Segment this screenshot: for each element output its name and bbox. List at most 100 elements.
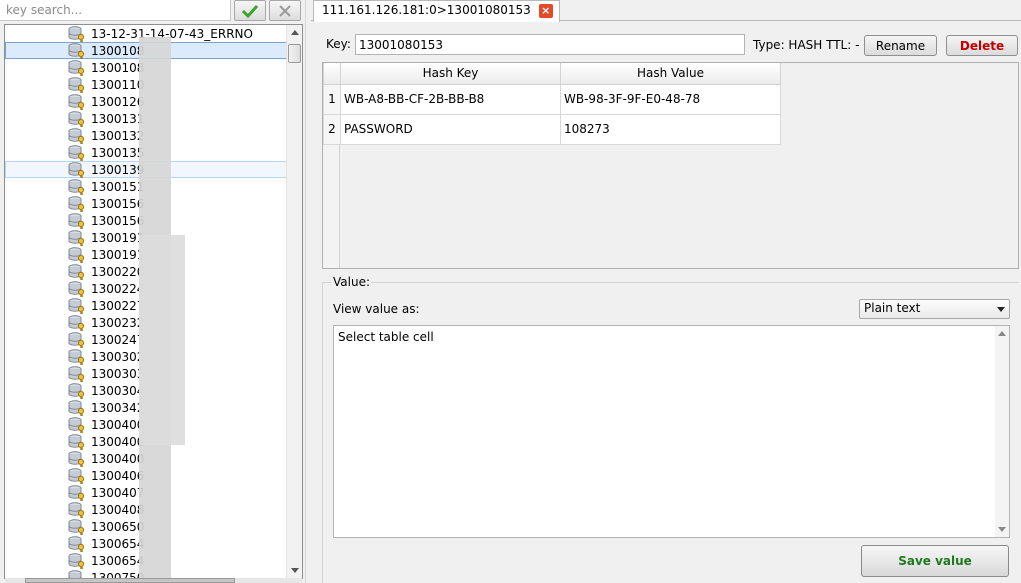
- scroll-down-icon[interactable]: [998, 527, 1006, 532]
- value-content: Select table cell: [338, 330, 434, 344]
- column-header-hash-key[interactable]: Hash Key: [340, 63, 561, 85]
- tree-item-label: 1300400: [91, 452, 145, 466]
- tree-item-label: 1300654: [91, 537, 145, 551]
- hash-key-cell[interactable]: PASSWORD: [340, 113, 561, 145]
- x-icon: [279, 4, 291, 17]
- database-key-icon: [68, 179, 86, 195]
- tree-item-label: 1300407: [91, 486, 145, 500]
- tree-horizontal-scrollbar[interactable]: [5, 578, 302, 583]
- tab-key[interactable]: 111.161.126.181:0>13001080153 ×: [313, 0, 560, 22]
- tree-item-label: 1300191: [91, 248, 145, 262]
- tree-item-label: 1300303: [91, 367, 145, 381]
- scroll-up-icon[interactable]: [291, 30, 299, 35]
- chevron-down-icon: [997, 307, 1005, 312]
- tree-item-label: 1300400: [91, 418, 145, 432]
- scrollbar-thumb[interactable]: [288, 44, 301, 63]
- row-number: 2: [323, 113, 341, 145]
- tree-item-label: 1300220: [91, 265, 145, 279]
- search-input[interactable]: [0, 0, 231, 21]
- tab-title: 111.161.126.181:0>13001080153: [322, 3, 531, 17]
- database-key-icon: [68, 315, 86, 331]
- tree-item-label: 13-12-31-14-07-43_ERRNO: [91, 27, 253, 41]
- database-key-icon: [68, 434, 86, 450]
- key-tree[interactable]: 13-12-31-14-07-43_ERRNO 1300108 1300108 130…: [4, 24, 303, 579]
- panel-splitter[interactable]: [305, 0, 310, 583]
- database-key-icon: [68, 60, 86, 76]
- scroll-up-icon[interactable]: [998, 331, 1006, 336]
- database-key-icon: [68, 383, 86, 399]
- key-label: Key:: [326, 37, 351, 51]
- database-key-icon: [68, 281, 86, 297]
- tree-item-label: 1300247: [91, 333, 145, 347]
- tree-item-label: 1300156: [91, 197, 145, 211]
- database-key-icon: [68, 230, 86, 246]
- database-key-icon: [68, 298, 86, 314]
- key-browser-panel: 13-12-31-14-07-43_ERRNO 1300108 1300108 130…: [0, 0, 305, 583]
- key-detail-panel: 111.161.126.181:0>13001080153 × Key: Typ…: [311, 0, 1021, 583]
- key-type-ttl: Type: HASH TTL: -: [753, 38, 860, 52]
- tab-bar: 111.161.126.181:0>13001080153 ×: [311, 0, 1021, 22]
- tree-item-label: 1300304: [91, 384, 145, 398]
- hash-value-cell[interactable]: WB-98-3F-9F-E0-48-78: [560, 83, 781, 115]
- database-key-icon: [68, 128, 86, 144]
- database-key-icon: [68, 264, 86, 280]
- database-key-icon: [68, 417, 86, 433]
- database-key-icon: [68, 111, 86, 127]
- database-key-icon: [68, 94, 86, 110]
- database-key-icon: [68, 468, 86, 484]
- tree-item-label: 1300342: [91, 401, 145, 415]
- key-row: Key: Type: HASH TTL: - Rename Delete: [311, 34, 1021, 56]
- database-key-icon: [68, 485, 86, 501]
- database-key-icon: [68, 502, 86, 518]
- tree-item-label: 1300408: [91, 503, 145, 517]
- save-value-button[interactable]: Save value: [861, 545, 1009, 577]
- tree-item-label: 1300110: [91, 78, 145, 92]
- tree-item-label: 1300227: [91, 299, 145, 313]
- rename-button[interactable]: Rename: [864, 35, 937, 56]
- tree-item-label: 1300126: [91, 95, 145, 109]
- hash-table: Hash Key Hash Value 1 WB-A8-BB-CF-2B-BB-…: [322, 62, 1019, 269]
- key-name-input[interactable]: [355, 34, 745, 55]
- hash-value-cell[interactable]: 108273: [560, 113, 781, 145]
- tree-item-label: 1300654: [91, 554, 145, 568]
- tree-vertical-scrollbar[interactable]: [286, 25, 302, 578]
- value-scrollbar[interactable]: [995, 326, 1009, 537]
- database-key-icon: [68, 26, 86, 42]
- delete-button[interactable]: Delete: [946, 35, 1018, 56]
- column-header-hash-value[interactable]: Hash Value: [560, 63, 781, 85]
- tree-item-label: 1300650: [91, 520, 145, 534]
- table-row[interactable]: 2 PASSWORD 108273: [323, 113, 781, 145]
- tree-item-label: 1300302: [91, 350, 145, 364]
- close-icon[interactable]: ×: [538, 4, 553, 18]
- scroll-down-icon[interactable]: [291, 568, 299, 573]
- view-format-select[interactable]: Plain text: [859, 299, 1010, 319]
- database-key-icon: [68, 332, 86, 348]
- apply-filter-button[interactable]: [234, 0, 266, 21]
- database-key-icon: [68, 145, 86, 161]
- database-key-icon: [68, 553, 86, 569]
- database-key-icon: [68, 196, 86, 212]
- redaction-blur: [139, 235, 185, 445]
- database-key-icon: [68, 247, 86, 263]
- database-key-icon: [68, 451, 86, 467]
- scrollbar-thumb[interactable]: [25, 578, 235, 583]
- value-group: Value: View value as: Plain text Select …: [322, 275, 1019, 583]
- row-number: 1: [323, 83, 341, 115]
- database-key-icon: [68, 349, 86, 365]
- value-textarea[interactable]: Select table cell: [333, 325, 1010, 538]
- database-key-icon: [68, 366, 86, 382]
- value-group-title: Value:: [332, 275, 371, 289]
- clear-filter-button[interactable]: [269, 0, 301, 21]
- tree-item-label: 1300131: [91, 112, 145, 126]
- table-row[interactable]: 1 WB-A8-BB-CF-2B-BB-B8 WB-98-3F-9F-E0-48…: [323, 83, 781, 115]
- database-key-icon: [68, 536, 86, 552]
- hash-table-grid: Hash Key Hash Value 1 WB-A8-BB-CF-2B-BB-…: [323, 63, 781, 145]
- tree-item-label: 1300108: [91, 61, 145, 75]
- tree-item-label: 1300191: [91, 231, 145, 245]
- database-key-icon: [68, 213, 86, 229]
- row-number-header: [323, 63, 341, 85]
- tree-item-label: 1300151: [91, 180, 145, 194]
- database-key-icon: [68, 77, 86, 93]
- view-as-label: View value as:: [333, 302, 420, 316]
- hash-key-cell[interactable]: WB-A8-BB-CF-2B-BB-B8: [340, 83, 561, 115]
